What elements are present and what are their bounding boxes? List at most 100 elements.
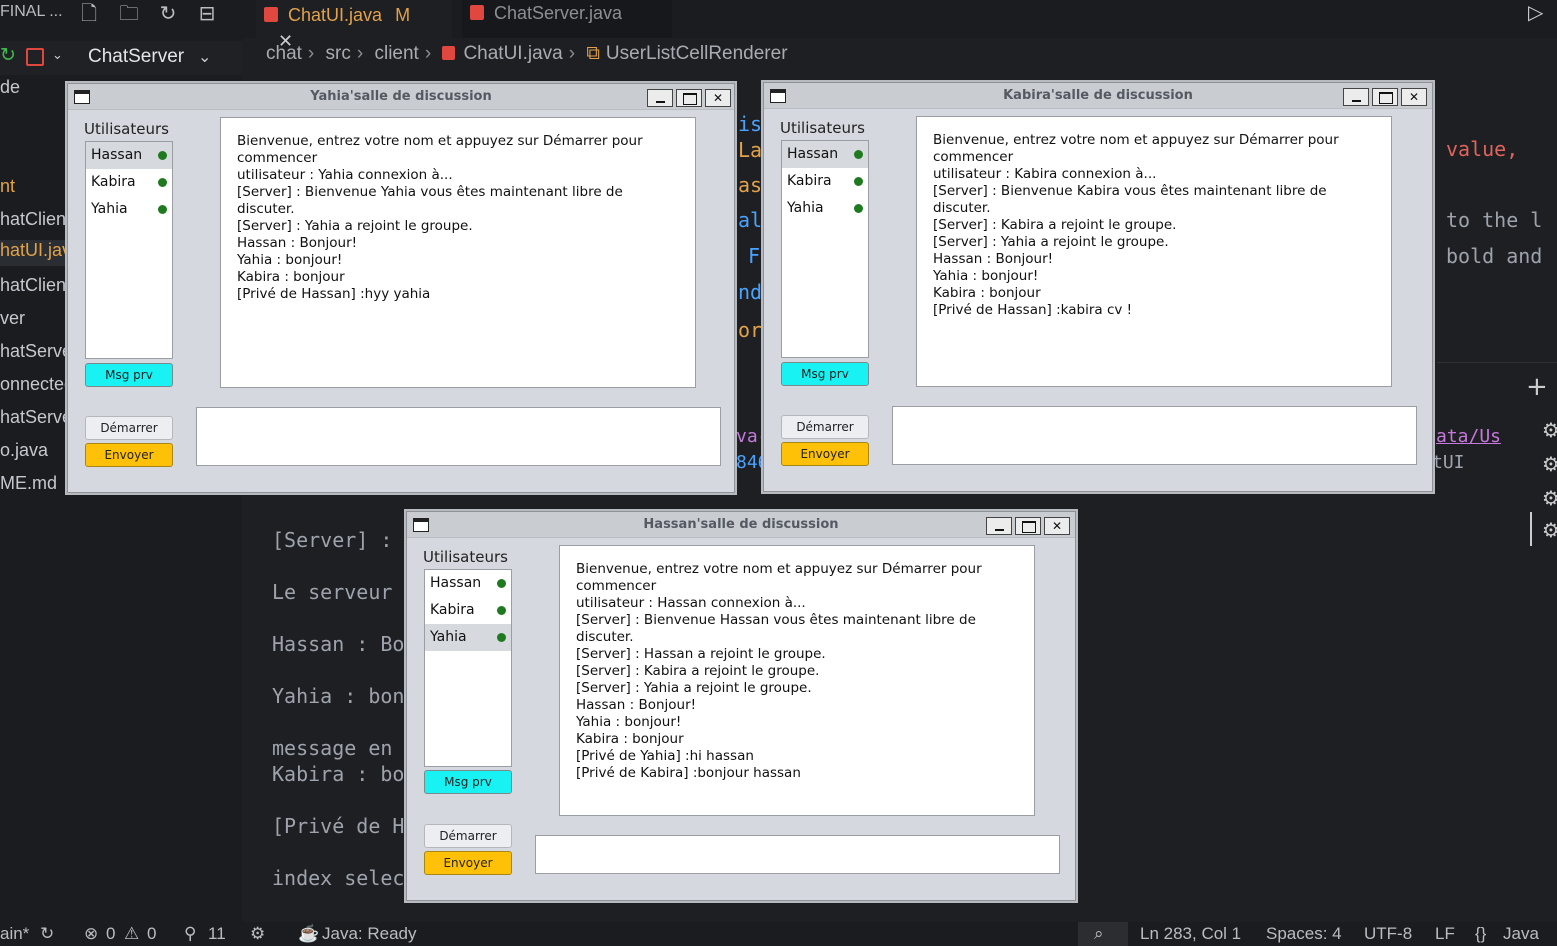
explorer-item[interactable]: hatClient	[0, 275, 71, 296]
chat-message: utilisateur : Yahia connexion à...	[237, 167, 453, 183]
user-item[interactable]: Kabira	[425, 597, 511, 624]
chat-messages[interactable]: Bienvenue, entrez votre nom et appuyez s…	[916, 116, 1392, 387]
window-titlebar[interactable]: Yahia'salle de discussion ✕	[68, 84, 734, 110]
error-icon[interactable]: ⊗	[84, 924, 98, 944]
cursor-position[interactable]: Ln 283, Col 1	[1140, 924, 1241, 944]
start-button[interactable]: Démarrer	[85, 416, 173, 440]
breadcrumb-item[interactable]: client	[374, 43, 418, 64]
refresh-icon[interactable]: ↻	[157, 2, 179, 24]
terminal-line: [Server] : Y	[272, 528, 417, 552]
explorer-item[interactable]: ver	[0, 308, 25, 329]
warning-icon[interactable]: ⚠	[124, 924, 139, 944]
explorer-item[interactable]: ME.md	[0, 473, 57, 494]
close-button[interactable]: ✕	[1044, 517, 1070, 535]
chat-messages[interactable]: Bienvenue, entrez votre nom et appuyez s…	[559, 545, 1035, 816]
line-ending[interactable]: LF	[1435, 924, 1455, 944]
code-fragment: to the l	[1446, 208, 1543, 232]
maximize-button[interactable]	[1372, 88, 1398, 106]
private-message-button[interactable]: Msg prv	[781, 362, 869, 386]
maximize-button[interactable]	[676, 89, 702, 107]
user-name: Kabira	[91, 174, 136, 190]
private-message-button[interactable]: Msg prv	[424, 770, 512, 794]
user-item[interactable]: Yahia	[425, 624, 511, 651]
new-file-icon[interactable]: 🗋	[78, 2, 100, 24]
stop-icon[interactable]	[26, 48, 44, 66]
breadcrumb-item[interactable]: chat	[266, 43, 302, 64]
code-fragment: al	[738, 208, 763, 232]
send-button[interactable]: Envoyer	[424, 851, 512, 875]
debug-icon[interactable]: ⚙	[250, 924, 265, 944]
modified-badge: M	[395, 5, 411, 25]
user-item[interactable]: Hassan	[782, 141, 868, 168]
sync-icon[interactable]: ↻	[0, 44, 16, 66]
private-message-button[interactable]: Msg prv	[85, 363, 173, 387]
users-list: Hassan Kabira Yahia	[781, 140, 869, 358]
maximize-button[interactable]	[1015, 517, 1041, 535]
send-button[interactable]: Envoyer	[85, 443, 173, 467]
breadcrumb-item[interactable]: UserListCellRenderer	[606, 43, 788, 64]
sync-icon[interactable]: ↻	[40, 924, 54, 944]
add-terminal-icon[interactable]: +	[1526, 372, 1548, 402]
window-titlebar[interactable]: Hassan'salle de discussion ✕	[407, 512, 1075, 538]
send-button[interactable]: Envoyer	[781, 442, 869, 466]
user-item[interactable]: Yahia	[782, 195, 868, 222]
breadcrumb-item[interactable]: ChatUI.java	[463, 43, 562, 64]
window-title: Hassan'salle de discussion	[643, 517, 839, 532]
window-titlebar[interactable]: Kabira'salle de discussion ✕	[764, 83, 1432, 109]
java-status[interactable]: Java: Ready	[322, 924, 417, 944]
start-button[interactable]: Démarrer	[781, 415, 869, 439]
user-item[interactable]: Hassan	[425, 570, 511, 597]
java-file-icon	[470, 5, 484, 20]
explorer-item[interactable]: nt	[0, 176, 15, 197]
active-terminal-marker	[1530, 512, 1532, 546]
indentation[interactable]: Spaces: 4	[1266, 924, 1342, 944]
minimize-button[interactable]	[1343, 88, 1369, 106]
chat-message: [Privé de Kabira] :bonjour hassan	[576, 765, 801, 781]
chevron-down-icon[interactable]: ⌄	[52, 48, 63, 63]
user-item[interactable]: Hassan	[86, 142, 172, 169]
ports-icon[interactable]: ⚲	[184, 924, 196, 944]
chat-message: discuter.	[933, 200, 991, 216]
message-input[interactable]	[535, 835, 1060, 874]
branch-label[interactable]: ain*	[0, 924, 29, 944]
chevron-down-icon[interactable]: ⌄	[198, 47, 211, 66]
chat-message: [Server] : Kabira a rejoint le groupe.	[933, 217, 1177, 233]
start-button[interactable]: Démarrer	[424, 824, 512, 848]
chat-message: [Server] : Kabira a rejoint le groupe.	[576, 663, 820, 679]
chat-message: [Server] : Yahia a rejoint le groupe.	[576, 680, 812, 696]
explorer-item[interactable]: o.java	[0, 440, 48, 461]
breadcrumb-item[interactable]: src	[326, 43, 351, 64]
gear-icon[interactable]: ⚙	[1542, 452, 1557, 476]
new-folder-icon[interactable]: 🗀	[118, 2, 140, 24]
users-list: Hassan Kabira Yahia	[424, 569, 512, 767]
run-icon[interactable]: ▷	[1528, 0, 1543, 24]
gear-icon[interactable]: ⚙	[1542, 518, 1557, 542]
user-item[interactable]: Kabira	[782, 168, 868, 195]
collapse-all-icon[interactable]: ⊟	[196, 2, 218, 24]
tab-chatui[interactable]: ChatUI.java M ✕	[256, 0, 452, 51]
minimize-button[interactable]	[647, 89, 673, 107]
message-input[interactable]	[196, 407, 721, 466]
user-item[interactable]: Kabira	[86, 169, 172, 196]
tab-label: ChatServer.java	[494, 3, 623, 23]
explorer-item[interactable]: onnected	[0, 374, 74, 395]
chat-messages[interactable]: Bienvenue, entrez votre nom et appuyez s…	[220, 117, 696, 388]
tab-chatserver[interactable]: ChatServer.java	[462, 0, 672, 38]
close-button[interactable]: ✕	[1401, 88, 1427, 106]
gear-icon[interactable]: ⚙	[1542, 418, 1557, 442]
explorer-item[interactable]: de	[0, 77, 20, 98]
close-button[interactable]: ✕	[705, 89, 731, 107]
workspace-name[interactable]: ChatServer	[88, 46, 184, 68]
explorer-item[interactable]: hatClient	[0, 209, 71, 230]
encoding[interactable]: UTF-8	[1364, 924, 1412, 944]
user-item[interactable]: Yahia	[86, 196, 172, 223]
zoom-icon[interactable]: ⌕	[1094, 924, 1104, 944]
terminal-link[interactable]: ata/Us	[1436, 426, 1501, 447]
terminal-line: index select	[272, 866, 417, 890]
message-input[interactable]	[892, 406, 1417, 465]
language-mode[interactable]: Java	[1503, 924, 1539, 944]
minimize-button[interactable]	[986, 517, 1012, 535]
gear-icon[interactable]: ⚙	[1542, 486, 1557, 510]
chat-message: commencer	[576, 578, 657, 594]
user-name: Kabira	[787, 173, 832, 189]
